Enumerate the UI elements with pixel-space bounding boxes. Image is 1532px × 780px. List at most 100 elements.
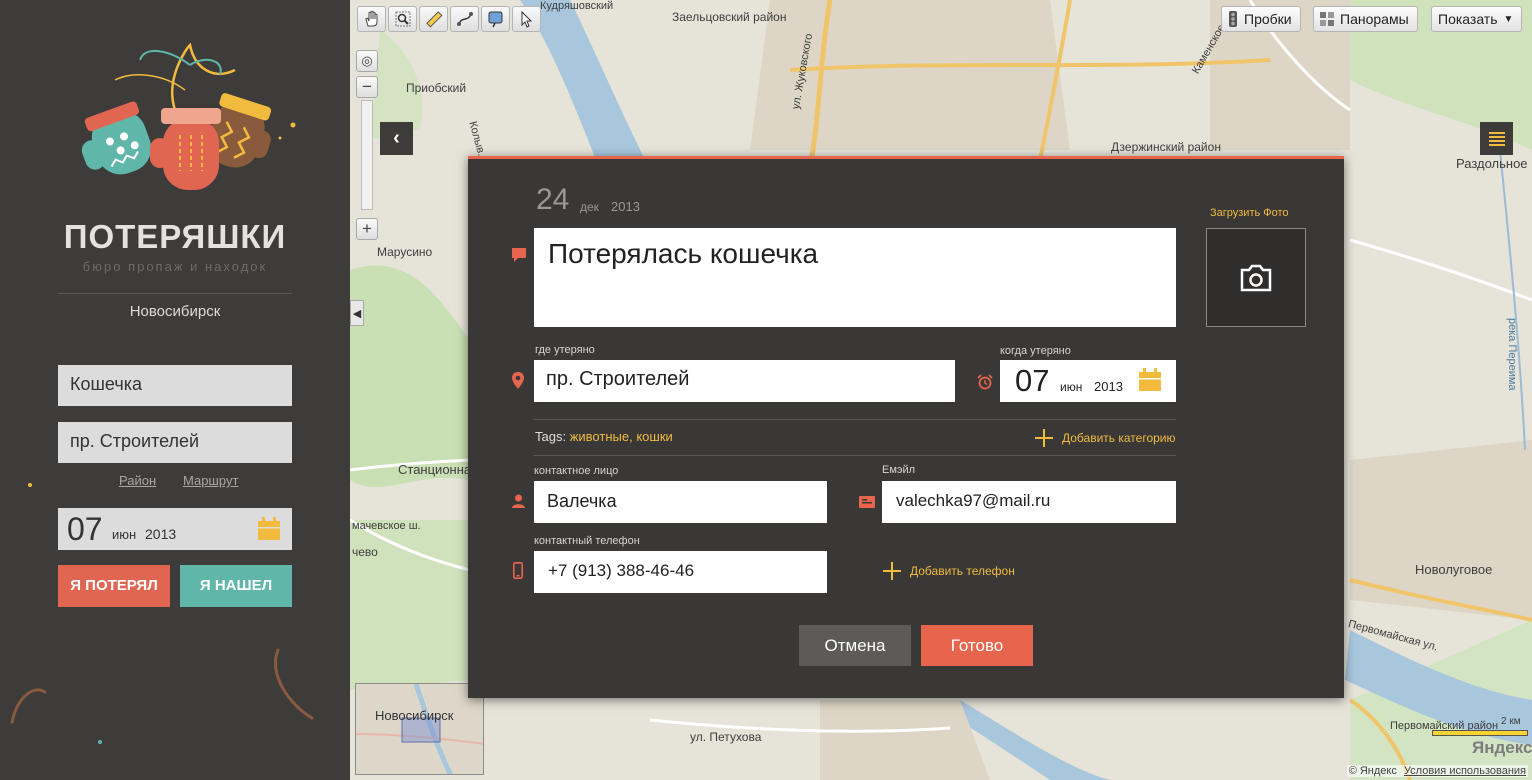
post-date-year: 2013 [611,199,640,214]
scale-label: 2 км [1501,716,1521,727]
divider [533,419,1176,420]
route-tool-button[interactable] [450,6,479,32]
map-label-settlement: Марусино [377,245,433,259]
sidebar: ПОТЕРЯШКИ бюро пропаж и находок Новосиби… [0,0,350,780]
search-input[interactable]: Кошечка [58,365,292,406]
map-label-district: Заельцовский район [672,10,787,24]
decorative-strokes [10,483,314,744]
person-icon [512,494,525,508]
zoom-slider[interactable] [361,100,373,210]
map-label-street: Станционна [398,462,472,477]
yandex-logo: Яндекс [1472,738,1532,757]
contact-label: контактное лицо [534,465,619,477]
cursor-icon [521,10,532,28]
alarm-clock-icon [977,374,993,390]
panoramas-button[interactable]: Панорамы [1313,6,1418,32]
divider [58,293,292,294]
location-pin-icon [512,372,524,389]
hand-icon [364,10,377,27]
magnifier-icon [395,11,410,27]
collapse-panel-button[interactable]: ‹ [380,122,413,155]
cancel-button[interactable]: Отмена [799,625,911,666]
brand-title: ПОТЕРЯШКИ [63,218,287,255]
brand-subtitle: бюро пропаж и находок [82,259,268,274]
map-toolbar [357,6,541,32]
select-tool-button[interactable] [512,6,541,32]
when-day: 07 [1015,363,1050,398]
minus-icon: − [362,77,372,96]
email-label: Емэйл [882,464,916,476]
tag-separator: , [629,429,633,444]
add-phone-label: Добавить телефон [910,564,1015,578]
zoom-out-button[interactable]: − [356,76,378,98]
add-category-label: Добавить категорию [1062,431,1176,445]
phone-label: контактный телефон [534,535,640,547]
map-label-street: ул. Петухова [690,730,762,744]
plus-icon: + [362,219,372,238]
triangle-left-icon: ◀ [352,307,362,320]
map-label-area: Кудряшовский [540,0,614,12]
copyright-bar: © Яндекс Условия использования [1346,765,1528,777]
create-item-modal: 24 дек 2013 Потерялась кошечка Загрузить… [468,156,1344,698]
locate-button[interactable]: ◎ [356,50,378,72]
add-phone-button[interactable]: Добавить телефон [882,561,1015,581]
traffic-label: Пробки [1244,11,1292,27]
chevron-left-icon: ‹ [393,127,400,149]
menu-icon [1488,131,1505,146]
ruler-button[interactable] [419,6,448,32]
calendar-icon[interactable] [1138,368,1162,392]
minimap[interactable]: Новосибирск [355,683,484,775]
minimap-label: Новосибирск [375,708,454,723]
target-icon: ◎ [361,53,373,68]
zoom-select-button[interactable] [388,6,417,32]
address-input[interactable]: пр. Строителей [58,422,292,463]
traffic-button[interactable]: Пробки [1221,6,1301,32]
map-label-priobsky: Приобский [406,81,467,95]
upload-photo-button[interactable] [1206,228,1306,327]
tags-label: Tags: [535,429,567,444]
map-label-street: мачевское ш. [352,520,421,532]
traffic-light-icon [1229,11,1237,27]
when-year: 2013 [1094,379,1123,394]
when-date-picker[interactable]: 07 июн 2013 [1000,360,1176,402]
sidebar-toggle-button[interactable]: ◀ [350,300,364,326]
envelope-icon [859,496,875,508]
scale-bar [1432,730,1528,736]
tags-row: Tags: животные, кошки [535,429,673,444]
hand-tool-button[interactable] [357,6,386,32]
post-date-day: 24 [536,183,570,216]
tag-animals[interactable]: животные [570,429,629,444]
minimap-canvas [356,684,483,774]
plus-icon [1035,429,1053,447]
when-month: июн [1060,380,1083,394]
done-button[interactable]: Готово [921,625,1033,666]
zoom-in-button[interactable]: + [356,218,378,240]
post-date-month: дек [580,200,599,214]
ruler-icon [425,11,442,28]
panorama-icon [1320,12,1334,26]
zoom-control: ◎ − + [356,50,378,240]
map-label-district: Дзержинский район [1111,140,1221,154]
camera-icon [1240,264,1272,291]
contact-input[interactable]: Валечка [534,481,827,523]
title-input[interactable]: Потерялась кошечка [534,228,1176,327]
map-label-settlement: чево [352,545,378,559]
tag-cats[interactable]: кошки [636,429,672,444]
email-input[interactable]: valechka97@mail.ru [882,481,1176,523]
city-selector[interactable]: Новосибирск [0,303,350,320]
when-label: когда утеряно [1000,345,1071,357]
phone-icon [513,562,523,579]
add-category-button[interactable]: Добавить категорию [1034,428,1176,448]
terms-link[interactable]: Условия использования [1404,765,1526,777]
map-label-settlement: Раздольное [1456,156,1528,171]
phone-input[interactable]: +7 (913) 388-46-46 [534,551,827,593]
upload-photo-label: Загрузить Фото [1210,207,1289,219]
pin-tool-button[interactable] [481,6,510,32]
show-layers-dropdown[interactable]: Показать ▼ [1431,6,1523,32]
where-input[interactable]: пр. Строителей [534,360,955,402]
where-label: где утеряно [535,344,595,356]
plus-icon [883,562,901,580]
route-icon [456,12,473,26]
divider [533,455,1176,456]
menu-button[interactable] [1480,122,1513,155]
